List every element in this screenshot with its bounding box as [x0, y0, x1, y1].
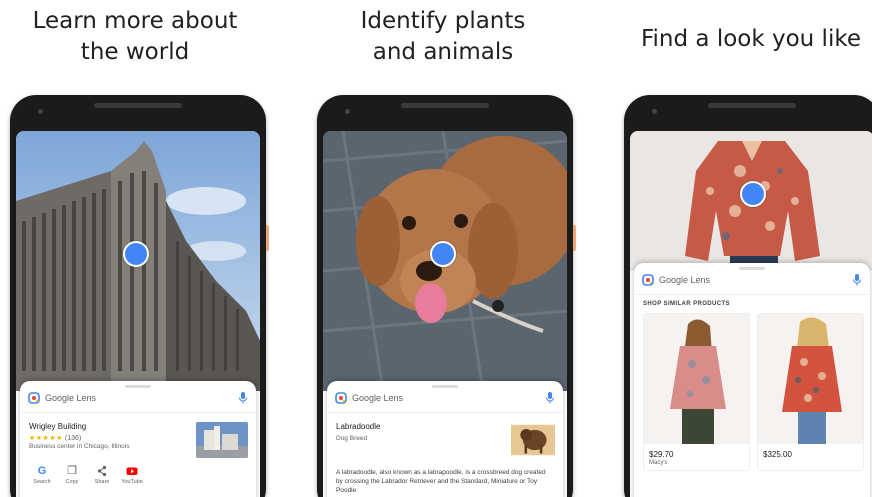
lens-result-sheet: Google Lens Wrigley Building ★★★★★ (136) … — [20, 381, 256, 497]
youtube-icon — [119, 465, 145, 477]
headline-identify-plants: Identify plants and animals — [360, 8, 526, 65]
sheet-drag-handle[interactable] — [739, 267, 765, 270]
google-g-icon: G — [37, 465, 47, 477]
phone-mockup-dog: Google Lens Labradoodle Dog Breed A labr… — [317, 95, 576, 497]
google-lens-logo-icon — [335, 391, 347, 404]
sheet-drag-handle[interactable] — [432, 385, 458, 388]
product-card[interactable]: $29.70 Macy's — [643, 313, 750, 471]
lens-shopping-sheet: Google Lens SHOP SIMILAR PRODUCTS $29.70… — [634, 263, 870, 497]
google-lens-logo-icon — [28, 391, 40, 404]
lens-title: Google Lens — [659, 274, 711, 285]
headline-find-a-look: Find a look you like — [640, 26, 861, 52]
product-card[interactable]: $325.00 — [757, 313, 864, 471]
phone-screen: Google Lens Wrigley Building ★★★★★ (136) … — [16, 131, 260, 497]
lens-result-sheet: Google Lens Labradoodle Dog Breed A labr… — [327, 381, 563, 497]
phone-mockup-fashion: Google Lens SHOP SIMILAR PRODUCTS $29.70… — [624, 95, 872, 497]
mic-icon[interactable] — [238, 391, 248, 404]
result-thumbnail — [196, 422, 248, 458]
rating-count: (136) — [64, 435, 82, 442]
share-icon — [89, 465, 115, 477]
action-row: G Search ❐ Copy Share YouTube — [20, 458, 256, 485]
shop-similar-heading: SHOP SIMILAR PRODUCTS — [643, 301, 730, 307]
mic-icon[interactable] — [852, 273, 862, 286]
copy-action[interactable]: ❐ Copy — [59, 465, 85, 485]
result-description: A labradoodle, also known as a labrapood… — [336, 469, 546, 494]
result-title: Wrigley Building — [29, 422, 87, 431]
rating-stars: ★★★★★ (136) — [29, 435, 82, 442]
product-grid: $29.70 Macy's $325.00 — [634, 313, 870, 471]
youtube-action[interactable]: YouTube — [119, 465, 145, 485]
result-subtitle: Business center in Chicago, Illinois — [29, 443, 130, 450]
phone-speaker — [708, 103, 796, 108]
result-thumbnail — [511, 424, 555, 456]
phone-camera — [38, 109, 43, 114]
product-image — [758, 314, 863, 444]
phone-side-button — [573, 225, 576, 251]
lens-title: Google Lens — [45, 392, 97, 403]
product-price: $29.70 — [649, 450, 674, 459]
product-price: $325.00 — [763, 450, 792, 459]
share-action[interactable]: Share — [89, 465, 115, 485]
product-store: Macy's — [649, 460, 668, 466]
lens-focus-dot[interactable] — [740, 181, 766, 207]
phone-speaker — [94, 103, 182, 108]
phone-screen: Google Lens SHOP SIMILAR PRODUCTS $29.70… — [630, 131, 872, 497]
copy-icon: ❐ — [67, 465, 77, 477]
product-image — [644, 314, 749, 444]
result-subtitle: Dog Breed — [336, 435, 368, 442]
mic-icon[interactable] — [545, 391, 555, 404]
lens-title: Google Lens — [352, 392, 404, 403]
phone-camera — [652, 109, 657, 114]
result-card[interactable]: Wrigley Building ★★★★★ (136) Business cen… — [20, 413, 256, 458]
sheet-drag-handle[interactable] — [125, 385, 151, 388]
phone-screen: Google Lens Labradoodle Dog Breed A labr… — [323, 131, 567, 497]
product-store — [758, 460, 863, 464]
google-lens-logo-icon — [642, 273, 654, 286]
phone-speaker — [401, 103, 489, 108]
search-action[interactable]: G Search — [29, 465, 55, 485]
result-title: Labradoodle — [336, 422, 381, 431]
lens-focus-dot[interactable] — [123, 241, 149, 267]
result-card[interactable]: Labradoodle Dog Breed — [327, 413, 563, 458]
phone-camera — [345, 109, 350, 114]
headline-learn-more: Learn more about the world — [32, 8, 238, 65]
lens-focus-dot[interactable] — [430, 241, 456, 267]
phone-side-button — [266, 225, 269, 251]
phone-mockup-building: Google Lens Wrigley Building ★★★★★ (136) … — [10, 95, 269, 497]
